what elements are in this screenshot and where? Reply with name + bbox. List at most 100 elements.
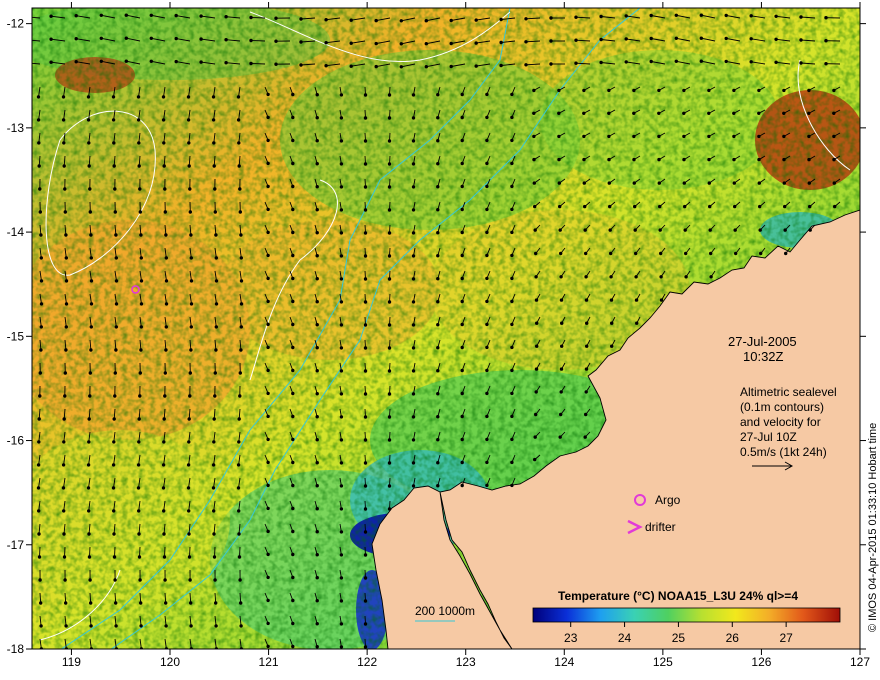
velocity-vector-head <box>211 486 216 490</box>
velocity-vector-head <box>239 233 243 237</box>
velocity-vector-head <box>582 111 586 116</box>
velocity-vector-head <box>485 253 489 258</box>
lon-tick-label: 126 <box>751 655 771 669</box>
velocity-vector-head <box>549 62 553 66</box>
velocity-vector-head <box>291 276 295 281</box>
velocity-vector-head <box>274 62 278 66</box>
velocity-vector-head <box>824 62 828 66</box>
velocity-vector-head <box>485 345 489 350</box>
velocity-vector-head <box>49 60 53 64</box>
velocity-vector-head <box>37 532 41 536</box>
velocity-vector-head <box>807 134 811 139</box>
velocity-vector-head <box>291 230 295 235</box>
velocity-vector-head <box>510 184 514 189</box>
velocity-vector-head <box>162 141 166 145</box>
colorbar-gradient <box>532 607 841 623</box>
velocity-vector-head <box>89 624 93 628</box>
velocity-vector-head <box>112 164 116 168</box>
velocity-vector-head <box>315 323 319 327</box>
velocity-vector-head <box>532 111 536 116</box>
velocity-vector-head <box>608 228 612 232</box>
velocity-vector-head <box>339 254 344 258</box>
velocity-vector-head <box>411 369 416 373</box>
velocity-vector-head <box>633 228 637 232</box>
velocity-vector-head <box>139 256 143 260</box>
velocity-vector-head <box>61 95 66 99</box>
velocity-vector-head <box>411 438 416 442</box>
velocity-vector-head <box>485 276 489 281</box>
velocity-vector-head <box>86 486 91 490</box>
velocity-vector-head <box>99 36 104 40</box>
velocity-vector-head <box>114 302 119 306</box>
velocity-vector-head <box>474 41 478 45</box>
velocity-vector-head <box>784 251 788 256</box>
velocity-vector-head <box>139 601 143 605</box>
velocity-vector-head <box>559 367 564 371</box>
velocity-vector-head <box>807 88 811 93</box>
velocity-vector-head <box>266 322 270 327</box>
velocity-vector-head <box>683 204 687 209</box>
velocity-vector-head <box>708 204 712 209</box>
velocity-vector-head <box>485 437 489 442</box>
velocity-vector-head <box>291 207 295 212</box>
velocity-vector-head <box>582 88 586 93</box>
velocity-vector-head <box>524 40 528 44</box>
velocity-vector-head <box>557 181 561 185</box>
velocity-vector-head <box>632 111 636 116</box>
velocity-vector-head <box>449 41 453 46</box>
velocity-vector-head <box>436 116 440 120</box>
velocity-vector-head <box>164 348 168 352</box>
drifter-legend-label: drifter <box>645 520 676 534</box>
velocity-vector-head <box>682 111 686 116</box>
velocity-vector-head <box>339 162 344 166</box>
velocity-vector-head <box>732 134 736 139</box>
velocity-vector-head <box>315 392 319 396</box>
velocity-vector-head <box>213 187 217 191</box>
velocity-vector-head <box>291 552 295 557</box>
velocity-vector-head <box>214 601 218 605</box>
velocity-vector-head <box>187 509 191 513</box>
lat-tick-label: -14 <box>7 225 25 239</box>
velocity-vector-head <box>186 95 191 99</box>
velocity-vector-head <box>63 394 67 398</box>
velocity-vector-head <box>315 254 319 258</box>
velocity-vector-head <box>411 208 416 212</box>
velocity-vector-head <box>799 15 803 19</box>
velocity-vector-head <box>524 17 528 21</box>
velocity-vector-head <box>266 391 270 396</box>
velocity-vector-head <box>339 576 344 580</box>
velocity-vector-head <box>315 438 319 442</box>
velocity-vector-head <box>87 532 91 536</box>
velocity-vector-head <box>499 40 503 45</box>
velocity-vector-head <box>424 65 428 69</box>
velocity-vector-head <box>237 532 241 536</box>
velocity-vector-head <box>291 322 295 327</box>
velocity-vector-head <box>832 157 836 162</box>
map-time: 10:32Z <box>743 349 784 364</box>
velocity-vector-head <box>37 417 41 421</box>
velocity-vector-head <box>88 578 92 582</box>
velocity-vector-head <box>61 486 66 490</box>
velocity-vector-head <box>339 346 344 350</box>
velocity-vector-head <box>387 300 392 304</box>
velocity-vector-head <box>757 111 761 116</box>
velocity-vector-head <box>188 210 192 214</box>
velocity-vector-head <box>535 321 539 325</box>
velocity-vector-head <box>339 93 344 97</box>
velocity-vector-head <box>266 230 270 235</box>
velocity-vector-head <box>61 118 66 122</box>
velocity-vector-head <box>164 601 168 605</box>
velocity-vector-head <box>658 228 662 232</box>
velocity-vector-head <box>832 181 836 185</box>
velocity-vector-head <box>534 412 538 417</box>
velocity-vector-head <box>339 277 344 281</box>
velocity-vector-head <box>510 414 514 419</box>
velocity-vector-head <box>63 371 67 375</box>
velocity-vector-head <box>532 157 536 162</box>
velocity-vector-head <box>732 88 736 93</box>
velocity-vector-head <box>113 187 117 191</box>
velocity-vector-head <box>86 118 91 122</box>
velocity-vector-head <box>411 93 416 97</box>
altimetry-line-4: 27-Jul 10Z <box>740 430 797 444</box>
velocity-vector-head <box>658 204 662 209</box>
